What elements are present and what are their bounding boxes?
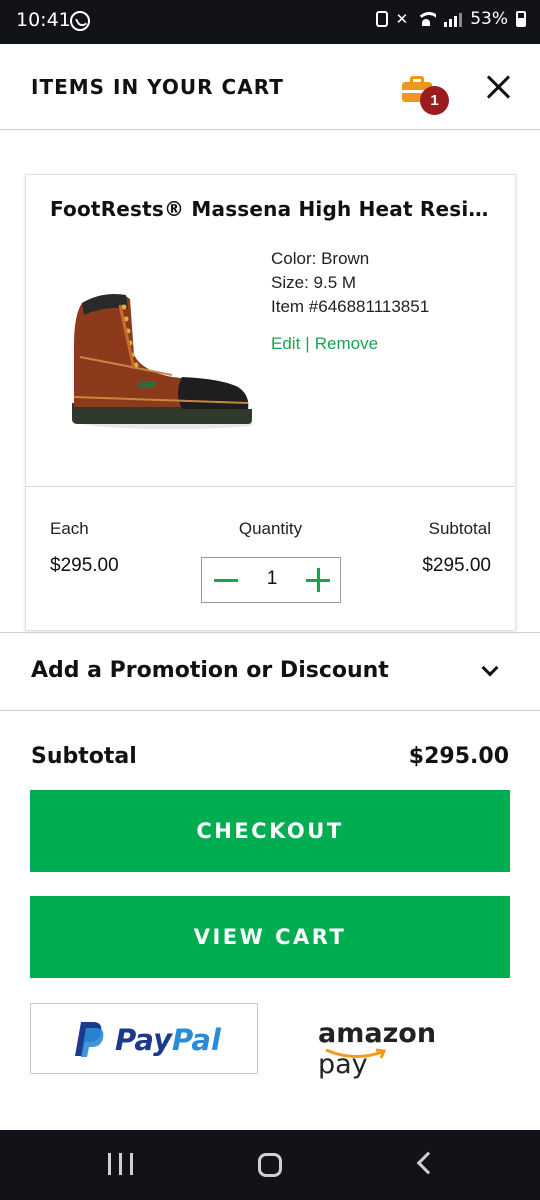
quantity-stepper: 1 [201,557,341,603]
remove-link[interactable]: Remove [315,334,378,353]
view-cart-button[interactable]: VIEW CART [30,896,510,978]
wifi-icon [416,12,437,26]
mute-icon: ✕ [395,10,409,28]
subtotal-label: Subtotal [428,519,491,538]
product-item-number: Item #646881113851 [271,297,430,316]
signal-icon [444,11,463,27]
cart-header: ITEMS IN YOUR CART [0,44,540,130]
item-subtotal: $295.00 [422,555,491,576]
battery-icon [516,11,526,27]
card-divider [26,486,515,487]
plus-icon[interactable] [306,568,330,592]
item-actions: Edit | Remove [271,334,378,354]
home-icon[interactable] [258,1153,282,1177]
product-name[interactable]: FootRests® Massena High Heat Resistant [50,197,495,221]
amazon-smile-icon [325,1048,387,1059]
promotion-label: Add a Promotion or Discount [31,658,389,683]
notification-icon [375,11,388,27]
paypal-button[interactable]: PayPal [30,1003,258,1074]
amazon-pay-button[interactable]: amazon pay [318,1018,478,1080]
subtotal-value: $295.00 [408,744,509,769]
status-bar: 10:41 ✕ 53% [0,0,540,44]
each-price: $295.00 [50,555,119,576]
close-icon[interactable] [484,72,514,102]
product-attributes: Color: Brown Size: 9.5 M Item #646881113… [271,247,429,319]
status-time: 10:41 [16,9,71,31]
cart-count-badge: 1 [420,86,449,115]
edit-link[interactable]: Edit [271,334,300,353]
whatsapp-icon [70,11,90,31]
action-separator: | [305,334,310,353]
chevron-down-icon [481,659,499,677]
battery-percent: 53% [470,9,508,29]
status-icons: ✕ 53% [375,9,526,29]
checkout-button[interactable]: CHECKOUT [30,790,510,872]
product-size: Size: 9.5 M [271,273,357,292]
paypal-wordmark: PayPal [115,1023,221,1057]
page-title: ITEMS IN YOUR CART [31,75,284,99]
product-image[interactable] [62,285,252,435]
cart-item-card: FootRests® Massena High Heat Resistant C… [25,174,516,631]
paypal-logo-icon [75,1022,104,1057]
promotion-accordion[interactable]: Add a Promotion or Discount [0,632,540,711]
product-color: Color: Brown [271,249,370,268]
back-icon[interactable] [416,1151,440,1175]
system-navigation-bar [0,1130,540,1200]
recent-apps-icon[interactable] [108,1153,133,1175]
subtotal-label: Subtotal [31,744,137,769]
